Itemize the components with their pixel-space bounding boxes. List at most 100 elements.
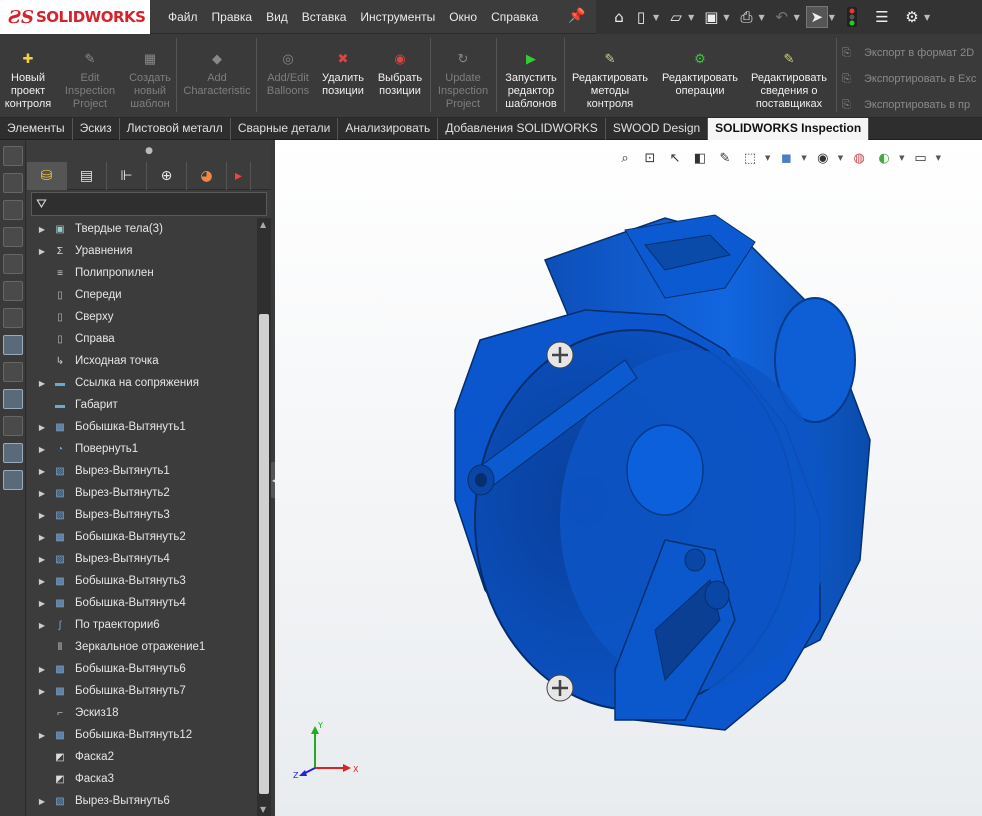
tab[interactable]: Сварные детали (231, 118, 339, 140)
save-icon[interactable]: ▣ (700, 6, 722, 28)
expand-arrow-icon[interactable]: ▶ (27, 533, 51, 542)
property-manager-tab-icon[interactable]: ▤ (67, 162, 107, 190)
tool-icon[interactable] (3, 173, 23, 193)
menu-item[interactable]: Вставка (302, 10, 347, 24)
more-tabs-icon[interactable]: ▸ (227, 162, 251, 190)
view-orientation-icon[interactable]: ⬚ (740, 148, 760, 168)
menu-item[interactable]: Правка (212, 10, 253, 24)
chevron-down-icon[interactable]: ▼ (765, 154, 770, 162)
dynamic-annotation-icon[interactable]: ✎ (715, 148, 735, 168)
tree-item[interactable]: ▶ ◔ Повернуть1 (27, 438, 257, 460)
scroll-up-icon[interactable]: ▲ (260, 220, 266, 229)
tree-item[interactable]: ▶ ▩ Бобышка-Вытянуть6 (27, 658, 257, 680)
tab[interactable]: Добавления SOLIDWORKS (438, 118, 606, 140)
apply-scene-icon[interactable]: ◐ (874, 148, 894, 168)
tool-icon[interactable] (3, 443, 23, 463)
previous-view-icon[interactable]: ↖ (665, 148, 685, 168)
tool-icon[interactable] (3, 146, 23, 166)
menu-item[interactable]: Вид (266, 10, 288, 24)
expand-arrow-icon[interactable]: ▶ (27, 247, 51, 256)
expand-arrow-icon[interactable]: ▶ (27, 577, 51, 586)
expand-arrow-icon[interactable]: ▶ (27, 621, 51, 630)
tree-item[interactable]: ▶ ▩ Бобышка-Вытянуть3 (27, 570, 257, 592)
chevron-down-icon[interactable]: ▼ (838, 154, 843, 162)
tree-item[interactable]: ▶ ∫ По траектории6 (27, 614, 257, 636)
expand-arrow-icon[interactable]: ▶ (27, 379, 51, 388)
tree-item[interactable]: ▶ ▧ Вырез-Вытянуть2 (27, 482, 257, 504)
select-cursor-icon[interactable]: ➤ (805, 6, 828, 28)
hide-show-items-icon[interactable]: ◉ (813, 148, 833, 168)
print-icon[interactable]: ⎙ (735, 6, 757, 28)
tree-item[interactable]: ▯ Сверху (27, 306, 257, 328)
section-view-icon[interactable]: ◧ (690, 148, 710, 168)
menu-item[interactable]: Инструменты (360, 10, 435, 24)
tree-item[interactable]: ▶ ▧ Вырез-Вытянуть1 (27, 460, 257, 482)
ribbon-button[interactable]: ◉ Выбрать позиции (374, 48, 426, 98)
tab[interactable]: Анализировать (338, 118, 439, 140)
menu-item[interactable]: Окно (449, 10, 477, 24)
chevron-down-icon[interactable]: ▼ (688, 13, 694, 22)
tool-icon[interactable] (3, 281, 23, 301)
tool-icon[interactable] (3, 227, 23, 247)
undo-icon[interactable]: ↶ (771, 6, 793, 28)
menu-item[interactable]: Файл (168, 10, 198, 24)
tree-item[interactable]: ▬ Габарит (27, 394, 257, 416)
tool-icon[interactable] (3, 362, 23, 382)
rebuild-traffic-light-icon[interactable] (841, 6, 863, 28)
solidworks-logo[interactable]: ƧS SOLIDWORKS (0, 0, 150, 34)
tab[interactable]: SWOOD Design (606, 118, 709, 140)
tree-item[interactable]: ⫴ Зеркальное отражение1 (27, 636, 257, 658)
edit-appearance-icon[interactable]: ◍ (849, 148, 869, 168)
chevron-down-icon[interactable]: ▼ (794, 13, 800, 22)
ribbon-button[interactable]: ◆ Add Characteristic (180, 48, 254, 98)
tab[interactable]: Эскиз (73, 118, 120, 140)
tree-item[interactable]: ↳ Исходная точка (27, 350, 257, 372)
expand-arrow-icon[interactable]: ▶ (27, 445, 51, 454)
scroll-down-icon[interactable]: ▼ (260, 805, 266, 814)
zoom-to-fit-icon[interactable]: ⌕ (615, 148, 635, 168)
ribbon-button[interactable]: ▶ Запустить редактор шаблонов (500, 48, 562, 111)
tree-item[interactable]: ▶ Σ Уравнения (27, 240, 257, 262)
ribbon-button[interactable]: ✚ Новый проект контроля (2, 48, 54, 111)
ribbon-button[interactable]: ✎ Редактировать сведения о поставщиках (746, 48, 832, 111)
ribbon-button[interactable]: ▦ Создать новый шаблон (124, 48, 176, 111)
tree-item[interactable]: ▶ ▩ Бобышка-Вытянуть2 (27, 526, 257, 548)
open-file-icon[interactable]: ▱ (665, 6, 687, 28)
tree-item[interactable]: ≡ Полипропилен (27, 262, 257, 284)
tool-icon[interactable] (3, 335, 23, 355)
tree-item[interactable]: ▶ ▬ Ссылка на сопряжения (27, 372, 257, 394)
expand-arrow-icon[interactable]: ▶ (27, 665, 51, 674)
chevron-down-icon[interactable]: ▼ (723, 13, 729, 22)
new-document-icon[interactable]: ▯ (630, 6, 652, 28)
ribbon-button[interactable]: ⚙ Редактировать операции (658, 48, 742, 98)
tab[interactable]: SOLIDWORKS Inspection (708, 118, 870, 140)
tool-icon[interactable] (3, 470, 23, 490)
chevron-down-icon[interactable]: ▼ (653, 13, 659, 22)
tree-item[interactable]: ◩ Фаска3 (27, 768, 257, 790)
chevron-down-icon[interactable]: ▼ (801, 154, 806, 162)
ribbon-button[interactable]: ✖ Удалить позиции (318, 48, 368, 98)
gear-icon[interactable]: ⚙ (901, 6, 923, 28)
tab[interactable]: Листовой металл (120, 118, 231, 140)
ribbon-button[interactable]: ✎ Редактировать методы контроля (568, 48, 652, 111)
tree-item[interactable]: ▯ Спереди (27, 284, 257, 306)
tool-icon[interactable] (3, 308, 23, 328)
expand-arrow-icon[interactable]: ▶ (27, 489, 51, 498)
menu-item[interactable]: Справка (491, 10, 538, 24)
chevron-down-icon[interactable]: ▼ (758, 13, 764, 22)
tree-item[interactable]: ▶ ▩ Бобышка-Вытянуть7 (27, 680, 257, 702)
tree-filter[interactable]: ⛛ (31, 192, 267, 216)
expand-arrow-icon[interactable]: ▶ (27, 731, 51, 740)
electrical-box-model[interactable] (365, 200, 895, 740)
tree-item[interactable]: ▶ ▩ Бобышка-Вытянуть4 (27, 592, 257, 614)
expand-arrow-icon[interactable]: ▶ (27, 511, 51, 520)
dimxpert-tab-icon[interactable]: ⊕ (147, 162, 187, 190)
chevron-down-icon[interactable]: ▼ (924, 13, 930, 22)
tree-scrollbar[interactable]: ▲ ▼ (257, 218, 271, 816)
tool-icon[interactable] (3, 389, 23, 409)
chevron-down-icon[interactable]: ▼ (936, 154, 941, 162)
scroll-thumb[interactable] (259, 314, 269, 794)
ribbon-button[interactable]: ↻ Update Inspection Project (434, 48, 492, 111)
export-item[interactable]: ⎘ Экспортировать в Exc (842, 66, 982, 92)
panel-grip-icon[interactable]: ● (27, 140, 271, 162)
